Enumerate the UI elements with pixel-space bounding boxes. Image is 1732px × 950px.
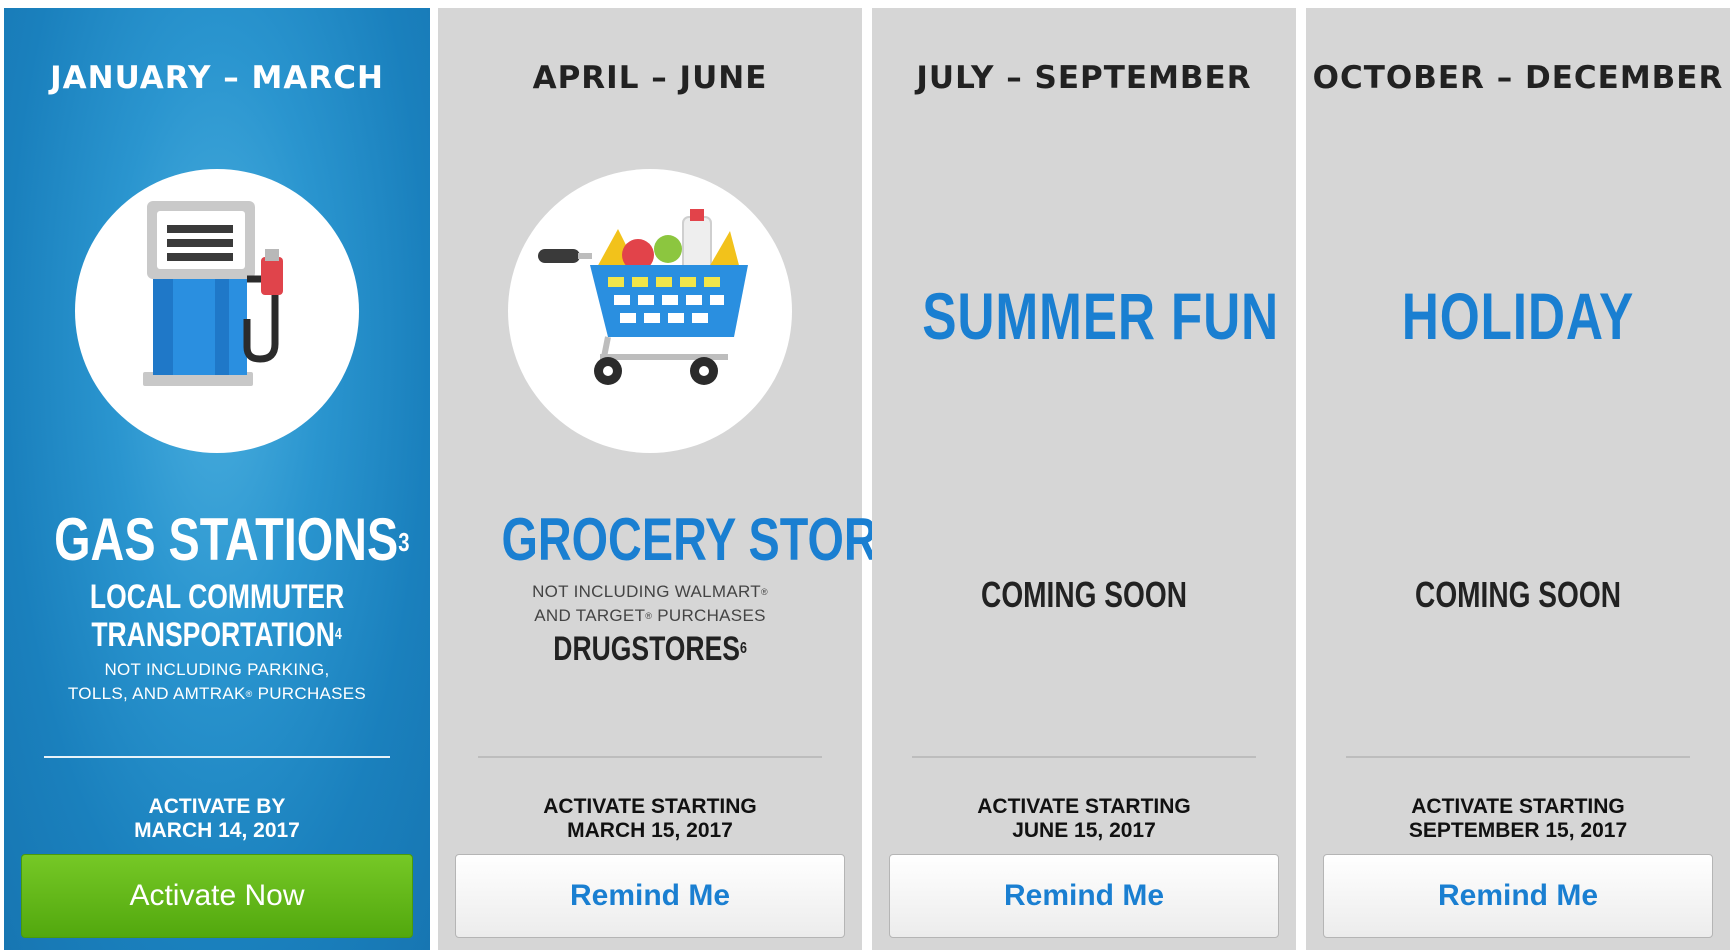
remind-me-button[interactable]: Remind Me xyxy=(1323,854,1713,938)
remind-me-button[interactable]: Remind Me xyxy=(455,854,845,938)
quarter-card-jan-mar: JANUARY – MARCH GAS STATIONS3 LOCAL COMM… xyxy=(4,8,430,950)
period-title: JANUARY – MARCH xyxy=(50,60,384,96)
gas-pump-icon xyxy=(75,169,359,453)
divider xyxy=(478,756,822,758)
category-block: GROCERY STORES5 NOT INCLUDING WALMART® A… xyxy=(438,508,951,669)
shopping-cart-icon xyxy=(508,169,792,453)
quarter-card-oct-dec: OCTOBER – DECEMBER HOLIDAY COMING SOON A… xyxy=(1306,8,1730,950)
quarter-card-apr-jun: APRIL – JUNE GROCERY STORES NOT INCLUDIN… xyxy=(438,8,951,950)
divider xyxy=(1346,756,1690,758)
exclusion-note: NOT INCLUDING PARKING, TOLLS, AND AMTRAK… xyxy=(67,660,367,703)
divider xyxy=(912,756,1256,758)
exclusion-note: NOT INCLUDING WALMART® AND TARGET® PURCH… xyxy=(532,582,768,625)
coming-soon-label: COMING SOON xyxy=(981,574,1187,615)
activate-date-text: ACTIVATE STARTING MARCH 15, 2017 xyxy=(543,795,757,842)
activate-date-text: ACTIVATE STARTING SEPTEMBER 15, 2017 xyxy=(1408,795,1628,842)
category-subtitle: LOCAL COMMUTER xyxy=(89,578,345,616)
remind-me-button[interactable]: Remind Me xyxy=(889,854,1279,938)
period-title: JULY – SEPTEMBER xyxy=(916,60,1252,96)
category-title: GAS STATIONS3 xyxy=(54,506,410,573)
category-title: HOLIDAY xyxy=(1401,279,1635,353)
divider xyxy=(44,756,390,758)
category-block: GAS STATIONS3 LOCAL COMMUTER TRANSPORTAT… xyxy=(4,508,430,706)
period-title: APRIL – JUNE xyxy=(532,60,768,96)
secondary-category: DRUGSTORES6 xyxy=(553,630,747,668)
coming-soon-label: COMING SOON xyxy=(1415,574,1621,615)
activate-now-button[interactable]: Activate Now xyxy=(21,854,413,938)
activate-date-text: ACTIVATE BY MARCH 14, 2017 xyxy=(134,795,300,842)
category-subtitle-line2: TRANSPORTATION4 xyxy=(91,616,343,654)
period-title: OCTOBER – DECEMBER xyxy=(1312,60,1724,96)
category-title: SUMMER FUN xyxy=(922,279,1280,353)
quarter-card-jul-sep: JULY – SEPTEMBER SUMMER FUN COMING SOON … xyxy=(872,8,1296,950)
activate-date-text: ACTIVATE STARTING JUNE 15, 2017 xyxy=(977,795,1191,842)
